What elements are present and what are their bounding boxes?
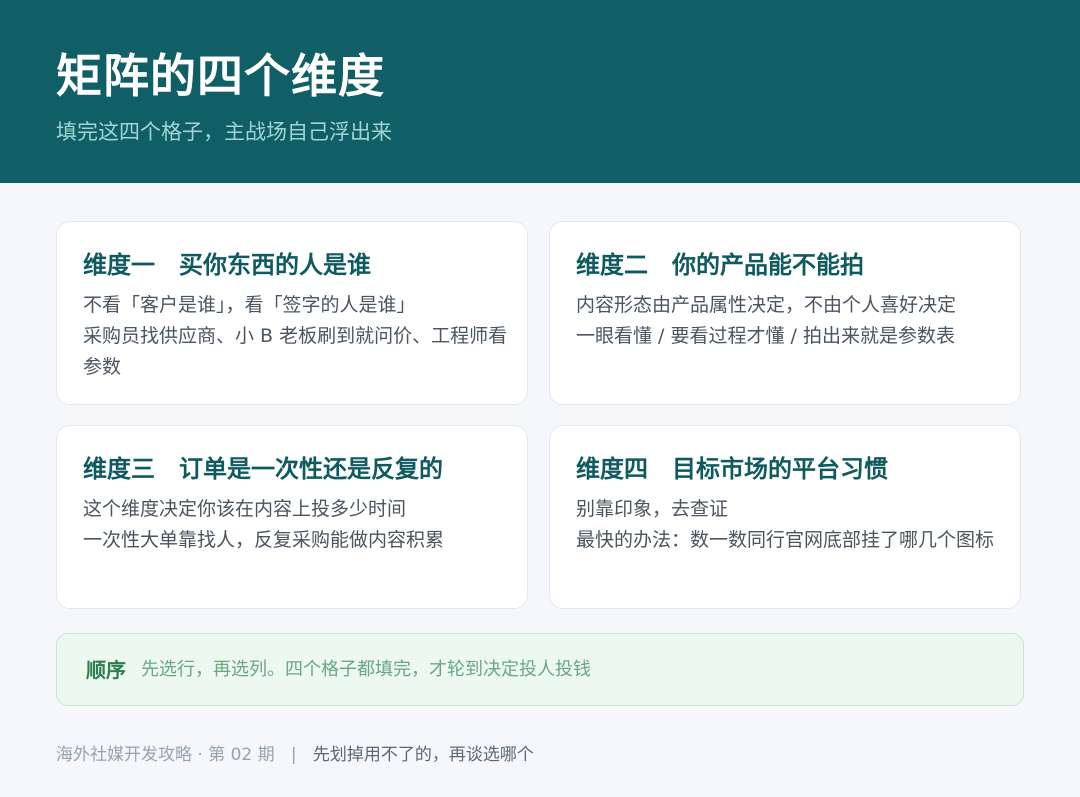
dimension-card-3: 维度三 订单是一次性还是反复的 这个维度决定你该在内容上投多少时间 一次性大单靠…	[56, 425, 528, 609]
card-title: 维度三 订单是一次性还是反复的	[83, 455, 443, 483]
page-title: 矩阵的四个维度	[56, 49, 385, 103]
card-body: 这个维度决定你该在内容上投多少时间 一次性大单靠找人，反复采购能做内容积累	[83, 494, 508, 556]
card-line: 最快的办法：数一数同行官网底部挂了哪几个图标	[576, 529, 995, 551]
card-title: 维度四 目标市场的平台习惯	[576, 455, 888, 483]
card-line: 别靠印象，去查证	[576, 498, 729, 520]
footer-tagline: 先划掉用不了的，再谈选哪个	[312, 745, 534, 765]
card-line: 不看「客户是谁」，看「签字的人是谁」	[83, 294, 416, 316]
dimension-card-2: 维度二 你的产品能不能拍 内容形态由产品属性决定，不由个人喜好决定 一眼看懂 /…	[549, 221, 1021, 405]
footer: 海外社媒开发攻略 · 第 02 期 | 先划掉用不了的，再谈选哪个	[56, 742, 534, 768]
card-body: 不看「客户是谁」，看「签字的人是谁」 采购员找供应商、小 B 老板刷到就问价、工…	[83, 290, 508, 383]
card-line: 一次性大单靠找人，反复采购能做内容积累	[83, 529, 445, 551]
card-line: 一眼看懂 / 要看过程才懂 / 拍出来就是参数表	[576, 325, 955, 347]
footer-separator: |	[290, 745, 297, 765]
card-title: 维度二 你的产品能不能拍	[576, 251, 864, 279]
dimension-card-4: 维度四 目标市场的平台习惯 别靠印象，去查证 最快的办法：数一数同行官网底部挂了…	[549, 425, 1021, 609]
order-note: 顺序 先选行，再选列。四个格子都填完，才轮到决定投人投钱	[56, 633, 1024, 706]
note-text: 先选行，再选列。四个格子都填完，才轮到决定投人投钱	[141, 659, 591, 680]
card-body: 内容形态由产品属性决定，不由个人喜好决定 一眼看懂 / 要看过程才懂 / 拍出来…	[576, 290, 1001, 352]
header-banner: 矩阵的四个维度 填完这四个格子，主战场自己浮出来	[0, 0, 1080, 183]
card-line: 采购员找供应商、小 B 老板刷到就问价、工程师看参数	[83, 325, 508, 378]
card-line: 内容形态由产品属性决定，不由个人喜好决定	[576, 294, 957, 316]
page-subtitle: 填完这四个格子，主战场自己浮出来	[56, 120, 392, 144]
card-line: 这个维度决定你该在内容上投多少时间	[83, 498, 407, 520]
card-title: 维度一 买你东西的人是谁	[83, 251, 371, 279]
footer-issue: 海外社媒开发攻略 · 第 02 期	[56, 745, 275, 765]
dimension-card-1: 维度一 买你东西的人是谁 不看「客户是谁」，看「签字的人是谁」 采购员找供应商、…	[56, 221, 528, 405]
card-body: 别靠印象，去查证 最快的办法：数一数同行官网底部挂了哪几个图标	[576, 494, 1001, 556]
note-label: 顺序	[86, 658, 126, 682]
